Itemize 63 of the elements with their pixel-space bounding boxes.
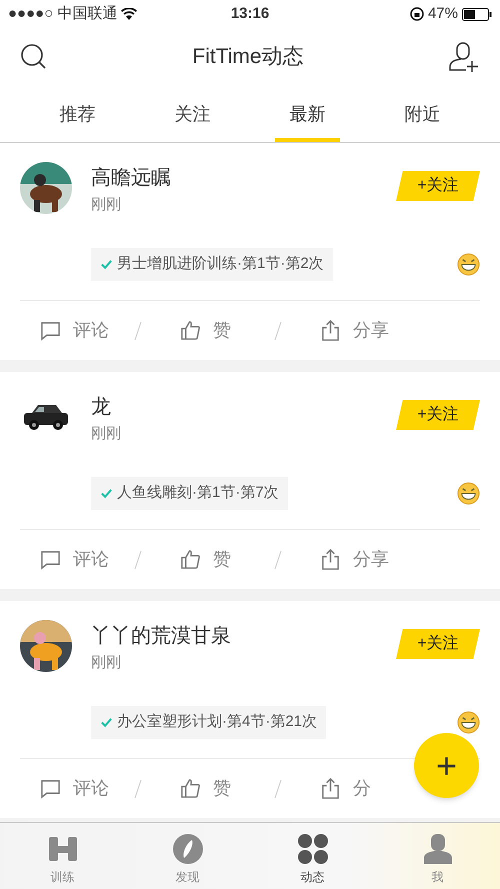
- search-button[interactable]: [20, 42, 48, 70]
- follow-button[interactable]: +关注: [396, 171, 480, 201]
- share-icon: [320, 778, 341, 799]
- speech-bubble-icon: [40, 778, 61, 799]
- user-name: 高瞻远瞩: [91, 166, 172, 191]
- search-icon: [20, 42, 48, 70]
- share-icon: [320, 549, 341, 570]
- page-title: FitTime动态: [192, 44, 304, 70]
- post-time: 刚刚: [91, 424, 122, 444]
- grin-emoji-icon: [457, 482, 480, 505]
- feed-tab[interactable]: 关注: [160, 85, 225, 142]
- battery-text: 47%: [428, 4, 458, 24]
- check-icon: [100, 258, 113, 271]
- post-time: 刚刚: [91, 653, 122, 673]
- clock-text: 13:16: [230, 4, 270, 24]
- bottom-nav-tab[interactable]: 发现: [125, 823, 250, 889]
- share-icon: [320, 320, 341, 341]
- check-icon: [100, 487, 113, 500]
- rotation-lock-icon: [410, 7, 424, 21]
- post-time: 刚刚: [91, 195, 122, 215]
- battery-icon: [462, 8, 492, 20]
- carrier-text: ●●●●○ 中国联通: [8, 4, 118, 24]
- slash-divider: [134, 550, 142, 570]
- tag-text: 人鱼线雕刻·第1节·第7次: [117, 483, 279, 504]
- comment-button[interactable]: 评论: [40, 546, 109, 573]
- slash-divider: [274, 320, 282, 340]
- bottom-nav-tab[interactable]: 训练: [0, 823, 125, 889]
- feed-tab[interactable]: 推荐: [45, 85, 110, 142]
- add-person-icon: [448, 40, 480, 72]
- grin-emoji-icon: [457, 253, 480, 276]
- comment-button[interactable]: 评论: [40, 775, 109, 802]
- speech-bubble-icon: [40, 320, 61, 341]
- feed-tab[interactable]: 附近: [390, 85, 455, 142]
- comment-button[interactable]: 评论: [40, 317, 109, 344]
- slash-divider: [134, 320, 142, 340]
- compass-icon: [172, 833, 204, 865]
- slash-divider: [134, 778, 142, 798]
- follow-button[interactable]: +关注: [396, 400, 480, 430]
- share-button[interactable]: 分享: [320, 317, 389, 344]
- thumbs-up-icon: [180, 320, 201, 341]
- slash-divider: [274, 550, 282, 570]
- slash-divider: [274, 778, 282, 798]
- check-icon: [100, 716, 113, 729]
- share-button[interactable]: 分: [320, 775, 371, 802]
- tag-text: 男士增肌进阶训练·第1节·第2次: [117, 254, 324, 274]
- tag-text: 办公室塑形计划·第4节·第21次: [117, 712, 318, 732]
- grin-emoji-icon: [457, 711, 480, 734]
- bottom-nav-tab[interactable]: 我: [375, 823, 500, 889]
- like-button[interactable]: 赞: [180, 775, 231, 802]
- follow-button[interactable]: +关注: [396, 629, 480, 659]
- add-friend-button[interactable]: [448, 40, 480, 72]
- user-name: 龙: [91, 395, 112, 420]
- bottom-nav-tab[interactable]: 动态: [250, 823, 375, 889]
- like-button[interactable]: 赞: [180, 317, 231, 344]
- wifi-icon: [121, 8, 138, 20]
- user-name: 丫丫的荒漠甘泉: [91, 624, 232, 649]
- thumbs-up-icon: [180, 778, 201, 799]
- speech-bubble-icon: [40, 549, 61, 570]
- like-button[interactable]: 赞: [180, 546, 231, 573]
- share-button[interactable]: 分享: [320, 546, 389, 573]
- grid-dots-icon: [296, 833, 328, 865]
- person-icon: [422, 833, 454, 865]
- thumbs-up-icon: [180, 549, 201, 570]
